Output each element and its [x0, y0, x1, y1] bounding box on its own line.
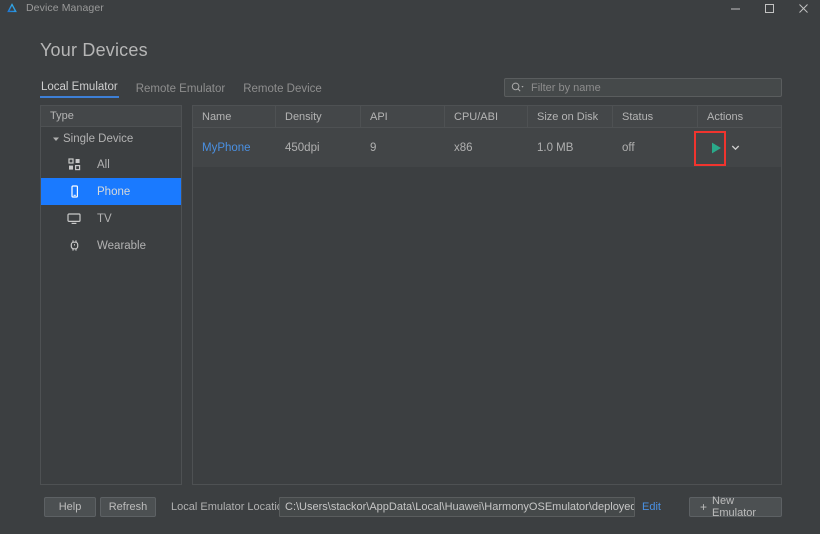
- cell-size-on-disk: 1.0 MB: [537, 141, 574, 154]
- chevron-down-icon[interactable]: [731, 143, 740, 152]
- cell-actions: [698, 128, 781, 167]
- devices-table: Name Density API CPU/ABI Size on Disk St…: [192, 105, 782, 485]
- minimize-icon[interactable]: [718, 0, 752, 16]
- plus-icon: +: [700, 500, 708, 514]
- title-bar: Device Manager: [0, 0, 820, 16]
- refresh-button[interactable]: Refresh: [100, 497, 156, 517]
- sidebar-item-all[interactable]: All: [41, 151, 181, 178]
- sidebar-item-label: Wearable: [97, 239, 147, 252]
- watch-icon: [63, 239, 85, 252]
- triangle-down-icon[interactable]: [49, 135, 63, 143]
- local-emulator-location-field[interactable]: C:\Users\stackor\AppData\Local\Huawei\Ha…: [279, 497, 635, 517]
- page-title: Your Devices: [40, 40, 148, 60]
- tv-icon: [63, 212, 85, 225]
- column-header-actions[interactable]: Actions: [698, 106, 781, 127]
- new-emulator-button[interactable]: + New Emulator: [689, 495, 782, 519]
- local-emulator-location-label: Local Emulator Location:: [171, 501, 293, 513]
- close-icon[interactable]: [786, 0, 820, 16]
- window-title: Device Manager: [26, 2, 104, 14]
- column-header-size-on-disk[interactable]: Size on Disk: [528, 106, 613, 127]
- table-empty-area: [193, 167, 781, 484]
- play-icon[interactable]: [707, 141, 725, 155]
- device-manager-window: Device Manager Your Devices Local Emulat…: [0, 0, 820, 534]
- help-button[interactable]: Help: [44, 497, 96, 517]
- phone-icon: [63, 185, 85, 198]
- column-header-density[interactable]: Density: [276, 106, 361, 127]
- table-header-row: Name Density API CPU/ABI Size on Disk St…: [193, 106, 781, 128]
- cell-status: off: [622, 141, 635, 154]
- tab-remote-emulator[interactable]: Remote Emulator: [135, 83, 226, 98]
- cell-device-name[interactable]: MyPhone: [193, 128, 276, 167]
- sidebar-item-phone[interactable]: Phone: [41, 178, 181, 205]
- tree-group-single-device[interactable]: Single Device: [41, 127, 181, 151]
- harmony-logo-icon: [7, 3, 17, 13]
- tree-group-label: Single Device: [63, 133, 134, 145]
- column-header-status[interactable]: Status: [613, 106, 698, 127]
- sidebar-item-wearable[interactable]: Wearable: [41, 232, 181, 259]
- tab-local-emulator[interactable]: Local Emulator: [40, 81, 119, 98]
- column-header-cpu-abi[interactable]: CPU/ABI: [445, 106, 528, 127]
- device-type-sidebar: Type Single Device All Phone TV Wearable: [40, 105, 182, 485]
- new-emulator-label: New Emulator: [712, 495, 757, 519]
- column-header-name[interactable]: Name: [193, 106, 276, 127]
- apps-grid-icon: [63, 158, 85, 171]
- maximize-icon[interactable]: [752, 0, 786, 16]
- search-input[interactable]: [529, 80, 775, 95]
- sidebar-item-label: Phone: [97, 185, 131, 198]
- sidebar-item-tv[interactable]: TV: [41, 205, 181, 232]
- sidebar-header: Type: [41, 106, 181, 127]
- cell-density: 450dpi: [285, 141, 320, 154]
- cell-api: 9: [370, 141, 377, 154]
- filter-box[interactable]: [504, 78, 782, 97]
- window-controls: [718, 0, 820, 16]
- tab-remote-device[interactable]: Remote Device: [242, 83, 323, 98]
- cell-cpu-abi: x86: [454, 141, 473, 154]
- sidebar-item-label: All: [97, 158, 110, 171]
- sidebar-item-label: TV: [97, 212, 112, 225]
- edit-link[interactable]: Edit: [642, 501, 661, 513]
- column-header-api[interactable]: API: [361, 106, 445, 127]
- search-icon: [511, 82, 524, 93]
- table-row[interactable]: MyPhone 450dpi 9 x86 1.0 MB off: [193, 128, 781, 167]
- device-source-tabs: Local Emulator Remote Emulator Remote De…: [40, 80, 323, 98]
